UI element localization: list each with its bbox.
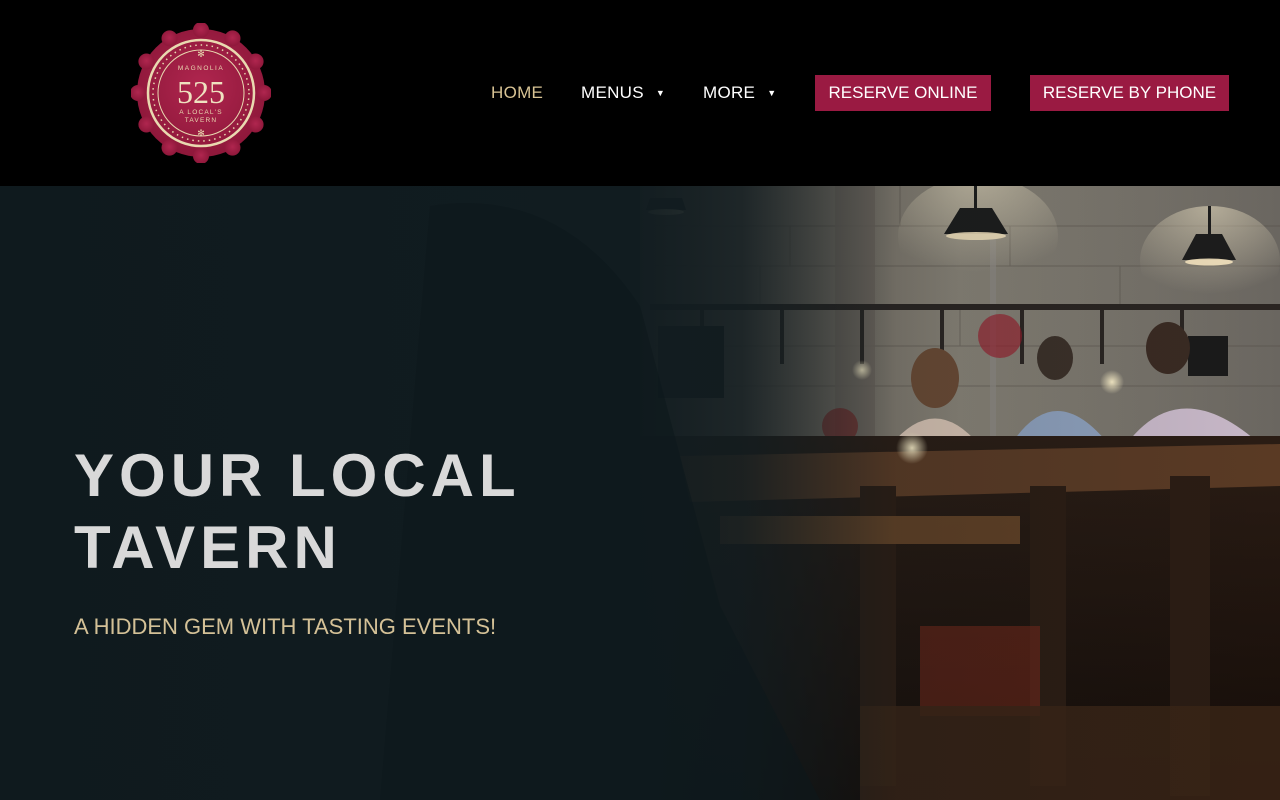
caret-down-icon: ▼ (767, 88, 777, 98)
logo-line2: TAVERN (185, 117, 218, 124)
nav-more[interactable]: MORE ▼ (703, 75, 776, 111)
site-header: ✻ ✻ MAGNOLIA 525 A LOCAL'S TAVERN HOME M… (0, 0, 1280, 186)
main-nav: HOME MENUS ▼ MORE ▼ RESERVE ONLINE RESERVE… (0, 75, 1280, 111)
logo-top-text: MAGNOLIA (178, 65, 224, 72)
nav-menus-label: MENUS (581, 83, 644, 102)
svg-text:✻: ✻ (197, 50, 205, 60)
caret-down-icon: ▼ (655, 88, 666, 98)
nav-menus[interactable]: MENUS ▼ (581, 75, 665, 111)
hero-title: YOUR LOCAL TAVERN (74, 442, 520, 581)
svg-text:✻: ✻ (197, 129, 205, 139)
reserve-by-phone-button[interactable]: RESERVE BY PHONE (1030, 75, 1229, 111)
nav-home[interactable]: HOME (491, 75, 543, 111)
hero-subtitle: A HIDDEN GEM WITH TASTING EVENTS! (74, 614, 497, 639)
reserve-online-button[interactable]: RESERVE ONLINE (815, 75, 991, 111)
nav-more-label: MORE (703, 83, 756, 102)
hero-section: YOUR LOCAL TAVERN A HIDDEN GEM WITH TAST… (0, 186, 1280, 800)
